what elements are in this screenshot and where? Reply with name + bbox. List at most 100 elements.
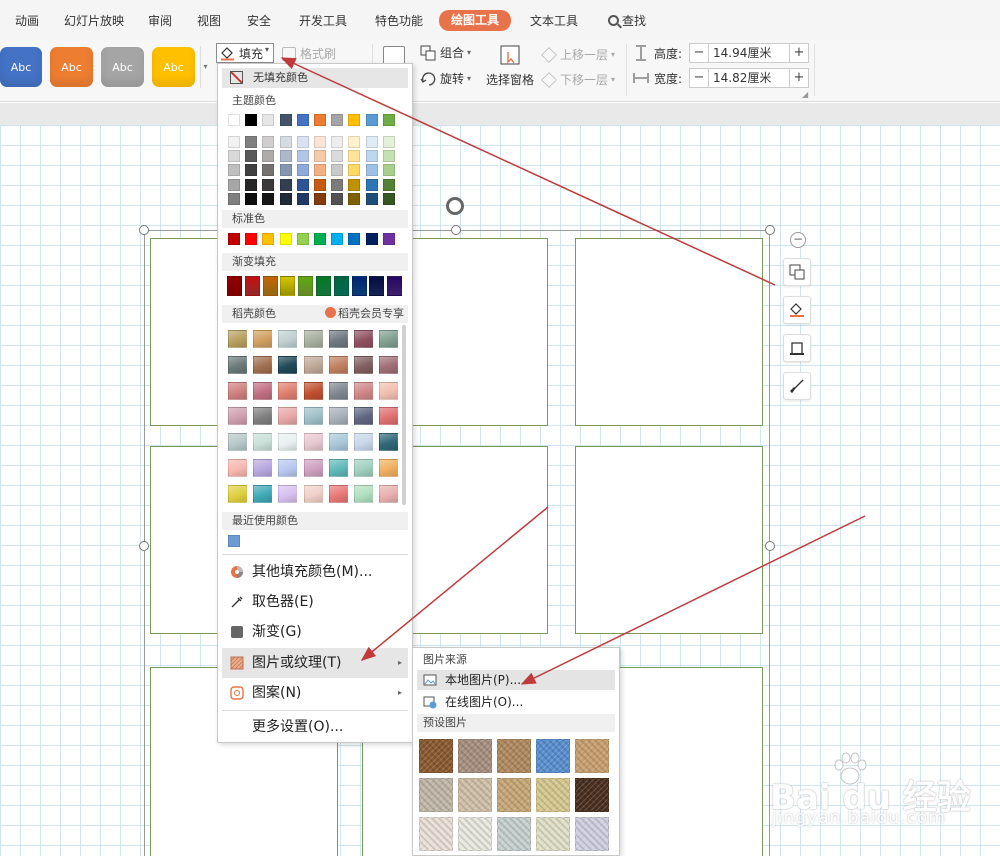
- preset-texture-swatch[interactable]: [575, 739, 609, 773]
- theme-shade-swatch[interactable]: [314, 150, 326, 163]
- theme-shade-swatch[interactable]: [279, 150, 292, 163]
- docer-color-swatch[interactable]: [303, 355, 323, 374]
- theme-color-swatch[interactable]: [314, 114, 326, 126]
- theme-color-swatch[interactable]: [382, 114, 395, 126]
- theme-shade-swatch[interactable]: [245, 192, 258, 205]
- theme-shade-swatch[interactable]: [245, 136, 258, 148]
- theme-shade-swatch[interactable]: [365, 192, 378, 205]
- docer-color-swatch[interactable]: [278, 484, 298, 503]
- shape-style-gray[interactable]: Abc: [101, 47, 144, 87]
- gradient-fill-swatch[interactable]: [333, 276, 349, 296]
- docer-color-swatch[interactable]: [303, 484, 323, 503]
- theme-shade-swatch[interactable]: [314, 192, 326, 205]
- theme-shade-swatch[interactable]: [296, 178, 309, 191]
- docer-color-swatch[interactable]: [354, 330, 373, 348]
- theme-shade-swatch[interactable]: [365, 178, 378, 191]
- theme-shade-swatch[interactable]: [262, 164, 275, 177]
- online-picture-item[interactable]: 在线图片(O)...: [417, 692, 615, 712]
- theme-color-swatch[interactable]: [262, 114, 275, 126]
- theme-shade-swatch[interactable]: [245, 150, 258, 163]
- tab-view[interactable]: 视图: [197, 11, 221, 31]
- no-fill-option[interactable]: 无填充颜色: [222, 68, 408, 88]
- preset-texture-swatch[interactable]: [497, 817, 531, 851]
- gradient-fill-swatch[interactable]: [387, 276, 403, 296]
- resize-handle[interactable]: [765, 225, 775, 235]
- docer-color-swatch[interactable]: [354, 381, 373, 400]
- theme-shade-swatch[interactable]: [296, 136, 309, 148]
- shape-effect-button[interactable]: [783, 372, 811, 400]
- theme-shade-swatch[interactable]: [348, 164, 361, 177]
- tab-developer[interactable]: 开发工具: [299, 11, 347, 31]
- local-picture-item[interactable]: 本地图片(P)...: [417, 670, 615, 690]
- group-button[interactable]: 组合 ▾: [420, 44, 471, 61]
- docer-color-swatch[interactable]: [253, 381, 273, 400]
- docer-color-swatch[interactable]: [278, 330, 298, 348]
- theme-shade-swatch[interactable]: [228, 150, 240, 163]
- preset-texture-swatch[interactable]: [536, 817, 570, 851]
- resize-handle[interactable]: [139, 541, 149, 551]
- docer-color-swatch[interactable]: [379, 330, 399, 348]
- gradient-fill-swatch[interactable]: [244, 276, 260, 296]
- resize-handle[interactable]: [451, 225, 461, 235]
- shape-layout-button[interactable]: [783, 258, 811, 286]
- rotate-button[interactable]: 旋转 ▾: [420, 70, 471, 87]
- theme-shade-swatch[interactable]: [296, 150, 309, 163]
- selection-pane-button[interactable]: 选择窗格: [484, 45, 536, 88]
- tab-slideshow[interactable]: 幻灯片放映: [64, 11, 124, 31]
- gradient-fill-swatch[interactable]: [351, 276, 367, 296]
- theme-shade-swatch[interactable]: [331, 192, 344, 205]
- tab-review[interactable]: 审阅: [148, 11, 172, 31]
- docer-colors-scrollbar[interactable]: [402, 325, 406, 505]
- tab-special-features[interactable]: 特色功能: [375, 11, 423, 31]
- standard-color-swatch[interactable]: [262, 233, 275, 245]
- preset-texture-swatch[interactable]: [575, 778, 609, 812]
- theme-color-swatch[interactable]: [296, 114, 309, 126]
- preset-texture-swatch[interactable]: [419, 739, 453, 773]
- shape-style-blue[interactable]: Abc: [0, 47, 42, 87]
- size-dialog-launcher-icon[interactable]: ◢: [802, 90, 808, 99]
- pattern-item[interactable]: 图案(N) ▸: [222, 678, 408, 708]
- collapse-toolbar-icon[interactable]: −: [790, 232, 806, 248]
- standard-color-swatch[interactable]: [228, 233, 240, 245]
- docer-color-swatch[interactable]: [228, 484, 247, 503]
- theme-shade-swatch[interactable]: [348, 150, 361, 163]
- theme-shade-swatch[interactable]: [382, 136, 395, 148]
- theme-shade-swatch[interactable]: [314, 178, 326, 191]
- theme-shade-swatch[interactable]: [348, 192, 361, 205]
- theme-shade-swatch[interactable]: [279, 192, 292, 205]
- more-settings-item[interactable]: 更多设置(O)...: [222, 712, 408, 742]
- height-stepper[interactable]: − 14.94厘米 +: [689, 43, 809, 63]
- height-decrease-button[interactable]: −: [690, 44, 708, 62]
- theme-shade-swatch[interactable]: [296, 164, 309, 177]
- width-increase-button[interactable]: +: [790, 69, 808, 87]
- docer-color-swatch[interactable]: [278, 355, 298, 374]
- theme-shade-swatch[interactable]: [314, 136, 326, 148]
- docer-color-swatch[interactable]: [228, 330, 247, 348]
- theme-shade-swatch[interactable]: [382, 164, 395, 177]
- resize-handle[interactable]: [765, 541, 775, 551]
- tab-animation[interactable]: 动画: [15, 11, 39, 31]
- more-fill-colors-item[interactable]: 其他填充颜色(M)...: [222, 557, 408, 587]
- docer-color-swatch[interactable]: [278, 459, 298, 477]
- gradient-fill-swatch[interactable]: [227, 276, 242, 296]
- standard-color-swatch[interactable]: [348, 233, 361, 245]
- docer-color-swatch[interactable]: [303, 433, 323, 452]
- docer-color-swatch[interactable]: [303, 381, 323, 400]
- theme-shade-swatch[interactable]: [365, 164, 378, 177]
- tab-text-tools[interactable]: 文本工具: [530, 11, 578, 31]
- fill-button[interactable]: 填充 ▾: [216, 43, 274, 63]
- docer-color-swatch[interactable]: [328, 381, 348, 400]
- docer-color-swatch[interactable]: [228, 459, 247, 477]
- theme-color-swatch[interactable]: [245, 114, 258, 126]
- theme-shade-swatch[interactable]: [382, 192, 395, 205]
- docer-color-swatch[interactable]: [379, 433, 399, 452]
- docer-color-swatch[interactable]: [328, 330, 348, 348]
- theme-shade-swatch[interactable]: [245, 164, 258, 177]
- send-backward-button[interactable]: 下移一层 ▾: [541, 71, 615, 88]
- shape-style-orange[interactable]: Abc: [50, 47, 93, 87]
- theme-shade-swatch[interactable]: [348, 178, 361, 191]
- style-gallery-more[interactable]: ▾: [200, 46, 210, 88]
- docer-color-swatch[interactable]: [328, 407, 348, 426]
- bring-forward-button[interactable]: 上移一层 ▾: [541, 46, 615, 63]
- shape-outline-button[interactable]: [783, 334, 811, 362]
